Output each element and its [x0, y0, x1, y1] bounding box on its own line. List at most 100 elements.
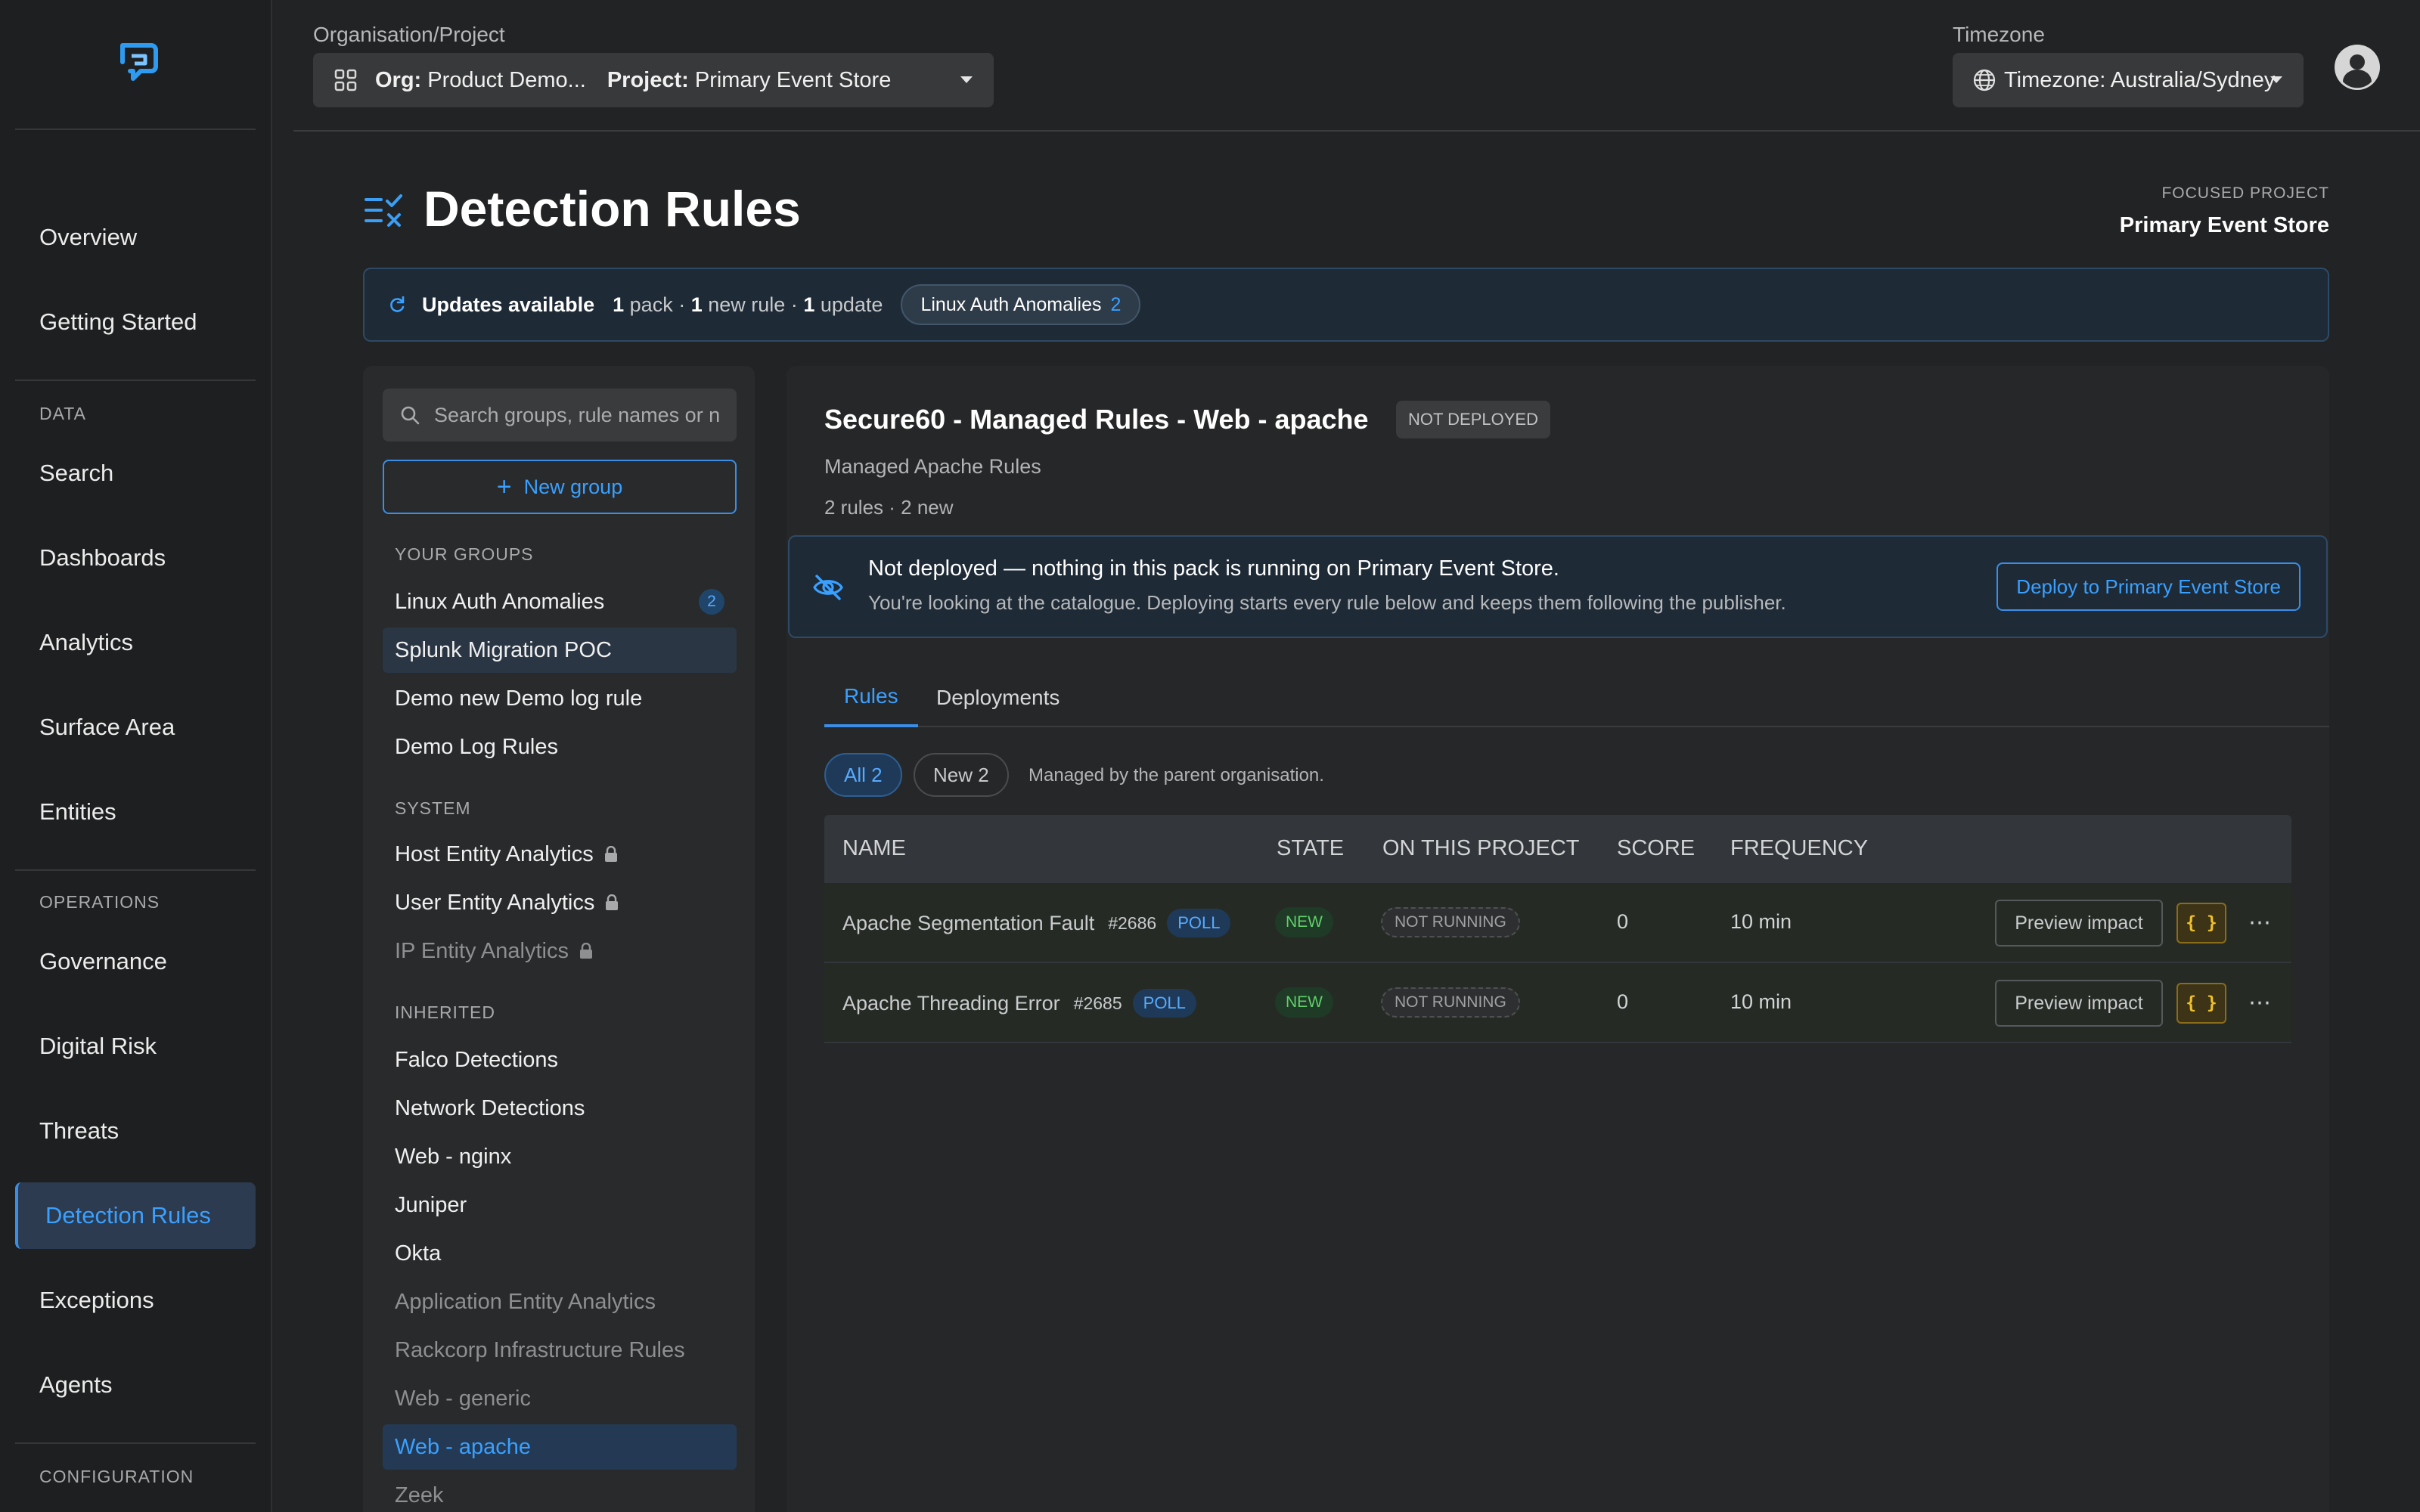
sidebar-item-surface-area[interactable]: Surface Area	[15, 694, 256, 761]
globe-icon	[1973, 69, 1996, 91]
preview-impact-button[interactable]: Preview impact	[1995, 980, 2163, 1027]
updates-group-pill[interactable]: Linux Auth Anomalies 2	[901, 284, 1141, 325]
group-item[interactable]: Rackcorp Infrastructure Rules	[383, 1328, 737, 1373]
sidebar-item-governance[interactable]: Governance	[15, 928, 256, 995]
updates-pill-label: Linux Auth Anomalies	[920, 293, 1102, 315]
json-view-icon[interactable]: { }	[2176, 983, 2226, 1024]
rule-score: 0	[1617, 990, 1629, 1013]
updates-banner: Updates available 1 pack · 1 new rule · …	[363, 268, 2329, 342]
column-header-state[interactable]: STATE	[1277, 836, 1344, 861]
filter-new[interactable]: New 2	[914, 753, 1009, 797]
sidebar-item-threats[interactable]: Threats	[15, 1098, 256, 1164]
updates-new-count: 1	[690, 293, 703, 316]
json-view-icon[interactable]: { }	[2176, 903, 2226, 943]
group-item[interactable]: IP Entity Analytics	[383, 928, 737, 974]
focused-project-label: FOCUSED PROJECT	[2161, 184, 2329, 202]
project-status-badge: NOT RUNNING	[1381, 987, 1520, 1018]
group-item-label: Web - generic	[395, 1386, 531, 1411]
group-item[interactable]: Web - generic	[383, 1376, 737, 1421]
column-header-on-project[interactable]: ON THIS PROJECT	[1382, 836, 1580, 861]
sidebar-divider	[15, 129, 256, 130]
group-item[interactable]: User Entity Analytics	[383, 880, 737, 925]
page-title: Detection Rules	[424, 181, 801, 237]
group-item-label: Application Entity Analytics	[395, 1289, 656, 1314]
deploy-button[interactable]: Deploy to Primary Event Store	[1996, 562, 2301, 611]
org-project-select[interactable]: Org: Product Demo... Project: Primary Ev…	[313, 53, 994, 107]
group-item[interactable]: Juniper	[383, 1182, 737, 1228]
sidebar-section-configuration: CONFIGURATION	[39, 1467, 194, 1486]
org-key: Org:	[375, 67, 422, 92]
group-item[interactable]: Demo new Demo log rule	[383, 676, 737, 721]
search-input[interactable]	[434, 403, 737, 427]
group-item-label: Falco Detections	[395, 1047, 558, 1072]
column-header-frequency[interactable]: FREQUENCY	[1730, 836, 1868, 861]
group-item[interactable]: Splunk Migration POC	[383, 627, 737, 673]
table-row[interactable]: Apache Threading Error #2685 POLL NEW NO…	[824, 963, 2291, 1043]
sidebar-item-detection-rules[interactable]: Detection Rules	[15, 1182, 256, 1249]
pack-subtitle: Managed Apache Rules	[824, 455, 1041, 478]
project-key: Project:	[607, 67, 689, 92]
group-item[interactable]: Host Entity Analytics	[383, 832, 737, 877]
grid-icon	[334, 69, 357, 91]
pack-meta: 2 rules · 2 new	[824, 496, 954, 519]
rule-frequency: 10 min	[1730, 910, 1792, 933]
group-item[interactable]: Network Detections	[383, 1086, 737, 1131]
new-group-button[interactable]: + New group	[383, 460, 737, 514]
group-search[interactable]	[383, 389, 737, 442]
sidebar-item-dashboards[interactable]: Dashboards	[15, 525, 256, 591]
group-item[interactable]: Zeek	[383, 1473, 737, 1512]
managed-note: Managed by the parent organisation.	[1028, 765, 1324, 785]
column-header-name[interactable]: NAME	[842, 836, 906, 861]
more-options-icon[interactable]: ⋯	[2243, 900, 2276, 945]
timezone-select[interactable]: Timezone: Australia/Sydney	[1953, 53, 2304, 107]
not-deployed-notice: Not deployed — nothing in this pack is r…	[788, 535, 2328, 638]
sidebar-item-getting-started[interactable]: Getting Started	[15, 289, 256, 355]
project-value: Primary Event Store	[694, 67, 892, 92]
updates-new-text: new rule ·	[708, 293, 798, 316]
group-item-label: Okta	[395, 1241, 442, 1266]
group-item[interactable]: Falco Detections	[383, 1037, 737, 1083]
new-group-label: New group	[523, 475, 623, 498]
sidebar-item-search[interactable]: Search	[15, 440, 256, 507]
sidebar-item-entities[interactable]: Entities	[15, 779, 256, 845]
sidebar-item-analytics[interactable]: Analytics	[15, 609, 256, 676]
preview-impact-button[interactable]: Preview impact	[1995, 900, 2163, 947]
tab-rules[interactable]: Rules	[824, 668, 918, 727]
rules-table: NAME STATE ON THIS PROJECT SCORE FREQUEN…	[824, 815, 2291, 1043]
group-item[interactable]: Okta	[383, 1231, 737, 1276]
sidebar: Overview Getting Started DATA Search Das…	[0, 0, 272, 1512]
user-avatar-icon[interactable]	[2334, 44, 2381, 91]
more-options-icon[interactable]: ⋯	[2243, 980, 2276, 1025]
group-item-label: Linux Auth Anomalies	[395, 589, 605, 614]
group-item[interactable]: Demo Log Rules	[383, 724, 737, 770]
app-logo-icon[interactable]	[112, 35, 165, 88]
group-item-label: Zeek	[395, 1483, 444, 1507]
sidebar-item-exceptions[interactable]: Exceptions	[15, 1267, 256, 1334]
org-value: Product Demo...	[427, 67, 586, 92]
group-item[interactable]: Web - nginx	[383, 1134, 737, 1179]
rule-name[interactable]: Apache Threading Error	[842, 992, 1060, 1015]
sidebar-item-digital-risk[interactable]: Digital Risk	[15, 1013, 256, 1080]
sidebar-divider	[15, 869, 256, 871]
tab-deployments[interactable]: Deployments	[917, 668, 1079, 727]
updates-pill-count: 2	[1110, 293, 1122, 315]
table-row[interactable]: Apache Segmentation Fault #2686 POLL NEW…	[824, 883, 2291, 963]
sidebar-item-overview[interactable]: Overview	[15, 204, 256, 271]
sidebar-section-operations: OPERATIONS	[39, 892, 160, 912]
group-item[interactable]: Linux Auth Anomalies 2	[383, 579, 737, 624]
column-header-score[interactable]: SCORE	[1617, 836, 1695, 861]
group-item-label: Web - nginx	[395, 1144, 512, 1169]
org-project-label: Organisation/Project	[313, 23, 505, 46]
rule-name[interactable]: Apache Segmentation Fault	[842, 912, 1094, 935]
group-item-active[interactable]: Web - apache	[383, 1424, 737, 1470]
group-item-label: Juniper	[395, 1192, 467, 1217]
search-icon	[401, 406, 420, 425]
rule-type-badge: POLL	[1132, 989, 1196, 1018]
project-status-badge: NOT RUNNING	[1381, 907, 1520, 937]
sidebar-section-data: DATA	[39, 404, 86, 423]
notice-title: Not deployed — nothing in this pack is r…	[868, 556, 1559, 581]
group-item[interactable]: Application Entity Analytics	[383, 1279, 737, 1325]
sidebar-item-agents[interactable]: Agents	[15, 1352, 256, 1418]
filter-all[interactable]: All 2	[824, 753, 902, 797]
chevron-down-icon	[960, 76, 973, 83]
